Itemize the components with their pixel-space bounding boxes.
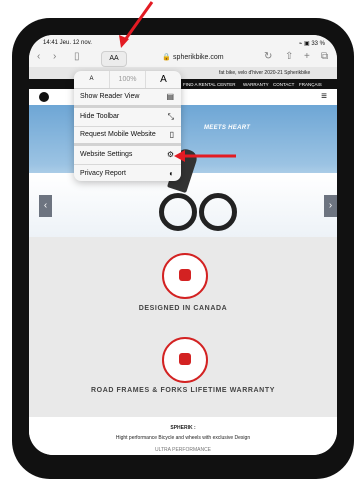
zoom-in-button[interactable]: A	[146, 71, 181, 88]
battery-indicator: ⌁ ▣ 33 %	[298, 41, 325, 47]
specs-section: SPHERIK : Hight performance Bicycle and …	[29, 417, 337, 455]
nav-link-warranty[interactable]: WARRANTY	[243, 82, 269, 87]
safari-toolbar: ‹ › ▯ AA 🔒 spherikbike.com ↻ ⇧ + ⧉	[29, 49, 337, 68]
aa-button[interactable]: AA	[101, 51, 127, 67]
tabs-icon[interactable]: ⧉	[321, 51, 328, 62]
status-time: 14:41 Jeu. 12 nov.	[43, 40, 92, 46]
canada-badge-icon	[162, 253, 208, 299]
page-menu-popover: A 100% A Show Reader View ▤ Hide Toolbar…	[74, 71, 181, 181]
menu-item-privacy-report[interactable]: Privacy Report ◐	[74, 165, 181, 181]
bike-wheel-rear	[159, 193, 197, 231]
specs-partial-line: ULTRA PERFORMANCE	[154, 447, 212, 453]
site-logo[interactable]	[39, 92, 49, 102]
warranty-badge-icon	[162, 337, 208, 383]
ipad-frame: 14:41 Jeu. 12 nov. ⌁ ▣ 33 % ‹ › ▯ AA 🔒 s…	[12, 18, 354, 479]
hero-tagline: MEETS HEART	[204, 125, 251, 131]
mobile-icon: ▯	[169, 130, 174, 139]
zoom-controls: A 100% A	[74, 71, 181, 89]
gear-icon: ⚙	[166, 150, 174, 159]
bookmarks-icon[interactable]: ▯	[74, 51, 80, 62]
specs-description: Hight performance Bicycle and wheels wit…	[115, 435, 251, 441]
section-title: DESIGNED IN CANADA	[138, 305, 228, 312]
ipad-screen: 14:41 Jeu. 12 nov. ⌁ ▣ 33 % ‹ › ▯ AA 🔒 s…	[29, 35, 337, 455]
reload-icon[interactable]: ↻	[264, 51, 272, 62]
tab-active[interactable]: fat bike, velo d'hiver 2020-21 Spherikbi…	[219, 67, 329, 79]
nav-link-francais[interactable]: FRANÇAIS	[299, 82, 322, 87]
section-title: ROAD FRAMES & FORKS LIFETIME WARRANTY	[91, 387, 275, 394]
share-icon[interactable]: ⇧	[285, 51, 293, 62]
shield-icon: ◐	[169, 169, 174, 178]
back-icon[interactable]: ‹	[37, 51, 40, 62]
menu-item-website-settings[interactable]: Website Settings ⚙	[74, 146, 181, 165]
menu-item-request-mobile[interactable]: Request Mobile Website ▯	[74, 127, 181, 146]
url-bar[interactable]: 🔒 spherikbike.com	[145, 52, 241, 64]
carousel-next-button[interactable]: ›	[324, 195, 337, 217]
new-tab-icon[interactable]: +	[304, 51, 310, 62]
specs-title: SPHERIK :	[170, 425, 196, 431]
nav-link-contact[interactable]: CONTACT	[273, 82, 294, 87]
menu-item-hide-toolbar[interactable]: Hide Toolbar ⤡	[74, 108, 181, 127]
forward-icon[interactable]: ›	[53, 51, 56, 62]
reader-icon: ▤	[166, 92, 174, 101]
hamburger-menu-icon[interactable]: ≡	[321, 91, 327, 102]
resize-icon: ⤡	[167, 112, 174, 121]
features-section: DESIGNED IN CANADA ROAD FRAMES & FORKS L…	[29, 237, 337, 417]
bike-wheel-front	[199, 193, 237, 231]
zoom-out-button[interactable]: A	[74, 71, 109, 88]
status-bar: 14:41 Jeu. 12 nov. ⌁ ▣ 33 %	[29, 35, 337, 49]
menu-item-reader-view[interactable]: Show Reader View ▤	[74, 89, 181, 108]
carousel-prev-button[interactable]: ‹	[39, 195, 52, 217]
nav-link-rental[interactable]: FIND A RENTAL CENTER	[183, 82, 236, 87]
zoom-level: 100%	[109, 71, 146, 88]
